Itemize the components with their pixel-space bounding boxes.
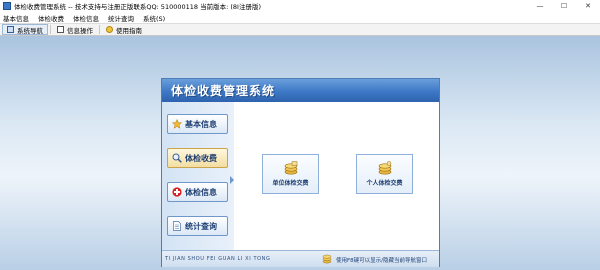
toolbar: 系统导航 信息操作 使用指南 bbox=[0, 23, 600, 36]
toolbar-separator bbox=[99, 25, 100, 34]
coins-icon bbox=[378, 161, 391, 175]
star-icon bbox=[172, 119, 182, 129]
medical-cross-icon bbox=[172, 187, 182, 197]
maximize-button[interactable]: ☐ bbox=[552, 0, 576, 12]
unit-exam-payment-label: 单位体检交费 bbox=[272, 180, 309, 187]
coins-icon bbox=[284, 161, 297, 175]
menu-exam-info[interactable]: 体检信息 bbox=[73, 13, 99, 23]
minimize-button[interactable]: — bbox=[528, 0, 552, 12]
dialog-content: 单位体检交费 个人体检交费 bbox=[234, 102, 439, 250]
personal-exam-payment-button[interactable]: 个人体检交费 bbox=[356, 154, 413, 194]
dialog-title: 体检收费管理系统 bbox=[171, 84, 276, 98]
menu-bar: 基本信息 体检收费 体检信息 统计查询 系统(S) bbox=[0, 12, 600, 23]
dialog-sidebar: 基本信息 体检收费 体检信息 统计查询 bbox=[162, 102, 234, 250]
sidebar-item-label: 体检信息 bbox=[185, 187, 217, 197]
toolbar-info-button[interactable]: 信息操作 bbox=[53, 24, 97, 35]
document-icon bbox=[173, 221, 181, 231]
help-icon bbox=[106, 26, 113, 33]
sidebar-item-statistics[interactable]: 统计查询 bbox=[167, 216, 228, 236]
dialog-footer: TI JIAN SHOU FEI GUAN LI XI TONG 使用F8键可以… bbox=[162, 250, 439, 267]
footer-pinyin: TI JIAN SHOU FEI GUAN LI XI TONG bbox=[165, 256, 271, 262]
app-icon bbox=[3, 2, 11, 10]
sidebar-item-label: 体检收费 bbox=[185, 153, 217, 163]
toolbar-help-button[interactable]: 使用指南 bbox=[102, 24, 146, 35]
info-icon bbox=[57, 26, 64, 33]
sidebar-item-exam-info[interactable]: 体检信息 bbox=[167, 182, 228, 202]
menu-basic-info[interactable]: 基本信息 bbox=[3, 13, 29, 23]
toolbar-help-label: 使用指南 bbox=[116, 26, 142, 35]
sidebar-item-exam-fee[interactable]: 体检收费 bbox=[167, 148, 228, 168]
title-bar: 体检收费管理系统 -- 技术支持与注册正版联系QQ: 510000118 当前版… bbox=[0, 0, 600, 12]
menu-exam-fee[interactable]: 体检收费 bbox=[38, 13, 64, 23]
toolbar-separator bbox=[50, 25, 51, 34]
window-controls: — ☐ ✕ bbox=[528, 0, 600, 12]
magnifier-icon bbox=[172, 153, 182, 163]
coins-icon bbox=[322, 254, 332, 264]
close-button[interactable]: ✕ bbox=[576, 0, 600, 12]
sidebar-item-label: 统计查询 bbox=[185, 221, 217, 231]
navigation-dialog: 体检收费管理系统 基本信息 体检收费 体检信息 统计查询 单位体检交费 个人体检… bbox=[161, 78, 440, 267]
toolbar-info-label: 信息操作 bbox=[67, 26, 93, 35]
sidebar-item-label: 基本信息 bbox=[185, 119, 217, 129]
sidebar-item-basic-info[interactable]: 基本信息 bbox=[167, 114, 228, 134]
window-title: 体检收费管理系统 -- 技术支持与注册正版联系QQ: 510000118 当前版… bbox=[14, 3, 261, 11]
personal-exam-payment-label: 个人体检交费 bbox=[366, 180, 403, 187]
toolbar-navigation-button[interactable]: 系统导航 bbox=[2, 24, 48, 35]
dialog-header: 体检收费管理系统 bbox=[162, 79, 439, 102]
menu-system[interactable]: 系统(S) bbox=[143, 13, 165, 23]
navigation-icon bbox=[7, 26, 14, 33]
menu-statistics[interactable]: 统计查询 bbox=[108, 13, 134, 23]
toolbar-navigation-label: 系统导航 bbox=[17, 26, 43, 35]
unit-exam-payment-button[interactable]: 单位体检交费 bbox=[262, 154, 319, 194]
footer-hint: 使用F8键可以显示/隐藏当前导航窗口 bbox=[336, 258, 428, 264]
